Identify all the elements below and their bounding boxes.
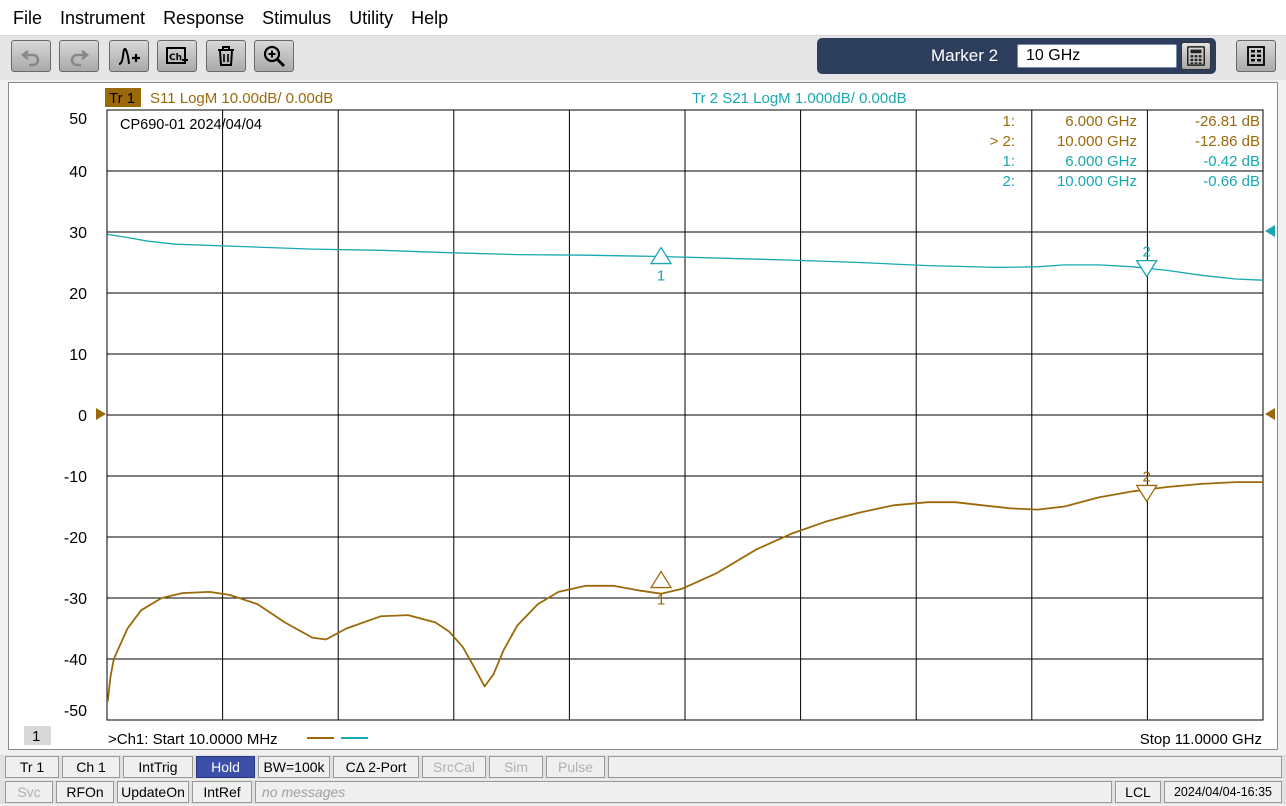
menu-instrument[interactable]: Instrument [51,0,154,36]
marker-row-id: > 2: [990,133,1015,150]
measurement-window[interactable]: Tr 1 S11 LogM 10.00dB/ 0.00dB Tr 2 S21 L… [8,82,1278,750]
start-frequency[interactable]: >Ch1: Start 10.0000 MHz [108,731,278,748]
y-tick-label: -50 [64,703,87,720]
marker-entry-panel: Marker 2 10 GHz [817,38,1216,74]
add-channel-icon: Ch [166,47,188,64]
tr2-header[interactable]: Tr 2 S21 LogM 1.000dB/ 0.00dB [692,90,907,107]
status-updateon[interactable]: UpdateOn [117,781,189,803]
marker-row-frequency: 6.000 GHz [1065,113,1137,130]
marker-row-frequency: 6.000 GHz [1065,153,1137,170]
vna-application: File Instrument Response Stimulus Utilit… [0,0,1286,806]
marker-row-id: 1: [1002,113,1015,130]
status-datetime: 2024/04/04-16:35 [1164,781,1282,803]
marker-number: 1 [657,268,665,285]
marker-number: 1 [657,592,665,609]
marker-row-id: 2: [1002,173,1015,190]
trash-icon [218,46,234,66]
tr1-ref-arrow-left[interactable] [96,408,106,420]
status-messages: no messages [255,781,1112,803]
y-tick-label: -40 [64,652,87,669]
marker-row-id: 1: [1002,153,1015,170]
add-channel-button[interactable]: Ch [157,40,197,72]
svg-text:Ch: Ch [169,53,182,63]
app-menu-button[interactable] [1236,40,1276,72]
y-tick-label: 20 [69,286,87,303]
status-pulse[interactable]: Pulse [546,756,605,778]
marker-row-frequency: 10.000 GHz [1057,173,1137,190]
status-inttrig[interactable]: IntTrig [123,756,193,778]
redo-button[interactable] [59,40,99,72]
status-cal-2port[interactable]: CΔ 2-Port [333,756,419,778]
tr1-header[interactable]: S11 LogM 10.00dB/ 0.00dB [150,90,333,107]
add-trace-button[interactable] [109,40,149,72]
marker-frequency-input[interactable]: 10 GHz [1017,44,1177,68]
grid-menu-icon [1247,46,1265,66]
status-sim[interactable]: Sim [489,756,543,778]
status-tr1[interactable]: Tr 1 [5,756,59,778]
chart-grid [106,109,1264,721]
undo-icon [20,50,40,67]
marker-triangle-up[interactable] [649,246,673,265]
toolbar: Ch Marker 2 10 GHz [0,36,1286,80]
marker-number: 2 [1143,244,1151,261]
marker-row-frequency: 10.000 GHz [1057,133,1137,150]
status-svc[interactable]: Svc [5,781,53,803]
menu-utility[interactable]: Utility [340,0,402,36]
status-lcl[interactable]: LCL [1115,781,1161,803]
status-bar-bottom: Svc RFOn UpdateOn IntRef no messages LCL… [0,780,1286,804]
redo-icon [70,50,90,67]
y-tick-label: 30 [69,225,87,242]
delete-button[interactable] [206,40,246,72]
stop-frequency[interactable]: Stop 11.0000 GHz [1140,731,1262,748]
y-tick-label: 0 [78,408,87,425]
marker-triangle-down[interactable] [1135,484,1158,503]
marker-row-value: -0.66 dB [1203,173,1260,190]
calculator-icon [1187,46,1205,66]
zoom-in-icon [263,45,286,68]
tr2-ref-arrow-right[interactable] [1265,225,1275,237]
status-ch1[interactable]: Ch 1 [62,756,120,778]
marker-table: 1: 6.000 GHz -26.81 dB > 2: 10.000 GHz -12.86… [990,113,1260,190]
status-srccal[interactable]: SrcCal [422,756,486,778]
y-axis-ticks: 50 40 30 20 10 0 -10 -20 -30 -40 -50 [64,111,87,720]
tr1-label[interactable]: Tr 1 [109,90,135,107]
annotation-text: CP690-01 2024/04/04 [120,117,262,133]
menu-help[interactable]: Help [402,0,457,36]
y-tick-label: -20 [64,530,87,547]
marker-row-value: -0.42 dB [1203,153,1260,170]
status-hold[interactable]: Hold [196,756,255,778]
status-rfon[interactable]: RFOn [56,781,114,803]
y-tick-label: -10 [64,469,87,486]
marker-number: 2 [1143,468,1151,485]
marker-row-value: -12.86 dB [1195,133,1260,150]
y-tick-label: -30 [64,591,87,608]
status-intref[interactable]: IntRef [192,781,252,803]
measurement-chart[interactable]: Tr 1 S11 LogM 10.00dB/ 0.00dB Tr 2 S21 L… [9,83,1277,749]
status-bar-top: Tr 1 Ch 1 IntTrig Hold BW=100k CΔ 2-Port… [0,755,1286,779]
marker-row-value: -26.81 dB [1195,113,1260,130]
add-trace-icon [118,47,140,65]
marker-label: Marker 2 [931,46,999,65]
marker-triangle-up[interactable] [649,570,673,589]
y-tick-label: 50 [69,111,87,128]
menu-file[interactable]: File [4,0,51,36]
tr1-ref-arrow-right[interactable] [1265,408,1275,420]
keypad-button[interactable] [1181,42,1211,70]
markers[interactable]: 1 2 1 2 [649,244,1158,609]
y-tick-label: 40 [69,164,87,181]
y-tick-label: 10 [69,347,87,364]
status-empty [608,756,1282,778]
menu-bar: File Instrument Response Stimulus Utilit… [0,0,1286,36]
status-bandwidth[interactable]: BW=100k [258,756,330,778]
channel-number: 1 [32,728,40,745]
menu-stimulus[interactable]: Stimulus [253,0,340,36]
undo-button[interactable] [11,40,51,72]
menu-response[interactable]: Response [154,0,253,36]
zoom-button[interactable] [254,40,294,72]
